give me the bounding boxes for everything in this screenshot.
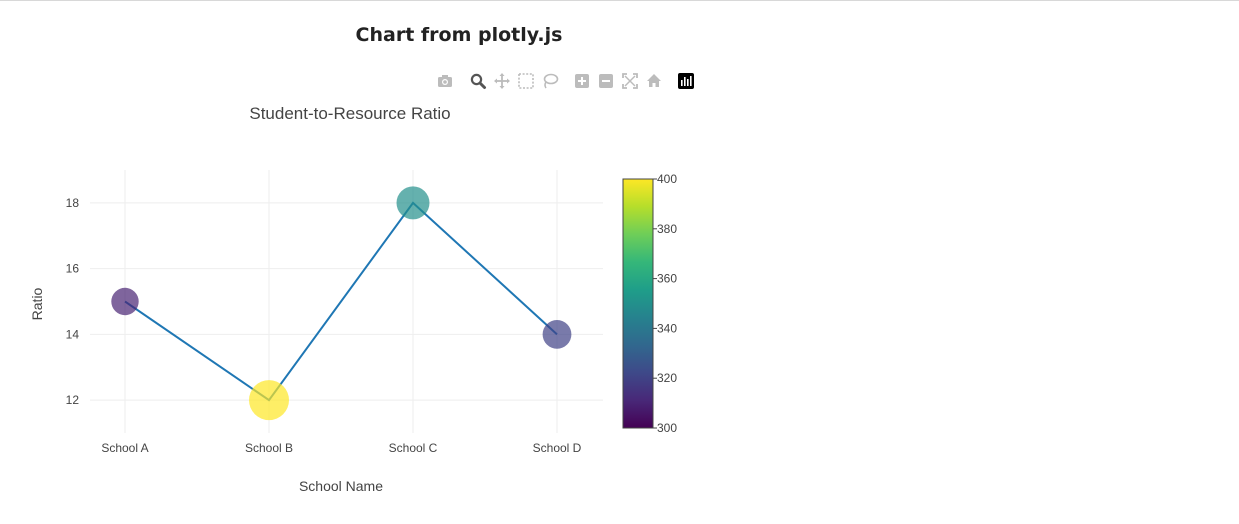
colorbar-tick-label: 400 xyxy=(657,172,677,186)
y-tick-label: 16 xyxy=(66,262,80,276)
y-tick-label: 14 xyxy=(66,327,80,341)
x-tick-label: School B xyxy=(245,441,293,455)
x-tick-label: School A xyxy=(101,441,148,455)
data-point-marker[interactable] xyxy=(396,186,430,220)
y-axis-title: Ratio xyxy=(29,287,45,320)
y-tick-label: 18 xyxy=(66,196,80,210)
x-tick-label: School C xyxy=(389,441,438,455)
colorbar-tick-label: 300 xyxy=(657,421,677,435)
series-line xyxy=(124,201,558,402)
chart: Student-to-Resource Ratio 12 14 16 18 Schoo… xyxy=(29,104,677,494)
data-point-marker[interactable] xyxy=(111,287,139,316)
colorbar xyxy=(622,178,654,429)
y-tick-label: 12 xyxy=(66,393,80,407)
colorbar-tick-label: 380 xyxy=(657,222,677,236)
x-axis-title: School Name xyxy=(299,478,383,494)
colorbar-tick-label: 320 xyxy=(657,371,677,385)
data-point-marker[interactable] xyxy=(249,380,289,421)
colorbar-tick-label: 340 xyxy=(657,321,677,335)
data-point-marker[interactable] xyxy=(542,319,572,349)
colorbar-tick-label: 360 xyxy=(657,272,677,286)
x-tick-label: School D xyxy=(533,441,582,455)
chart-title: Student-to-Resource Ratio xyxy=(249,104,450,123)
